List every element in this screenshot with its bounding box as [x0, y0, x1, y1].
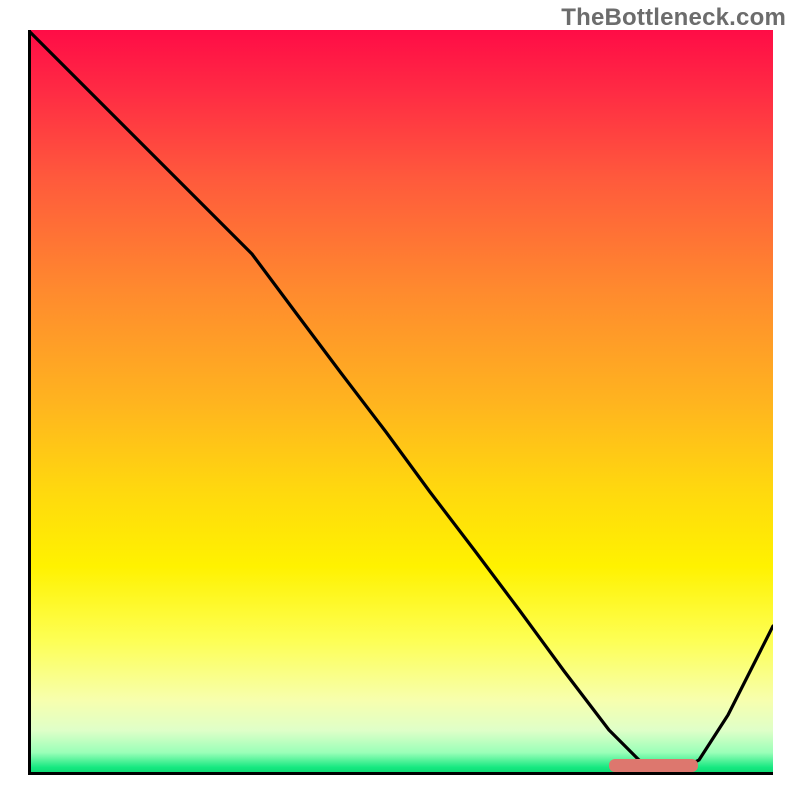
watermark-text: TheBottleneck.com: [561, 4, 786, 32]
good-range-marker: [609, 759, 698, 772]
chart-area: [28, 30, 773, 775]
chart-svg: [28, 30, 773, 775]
bottleneck-curve: [28, 30, 773, 775]
